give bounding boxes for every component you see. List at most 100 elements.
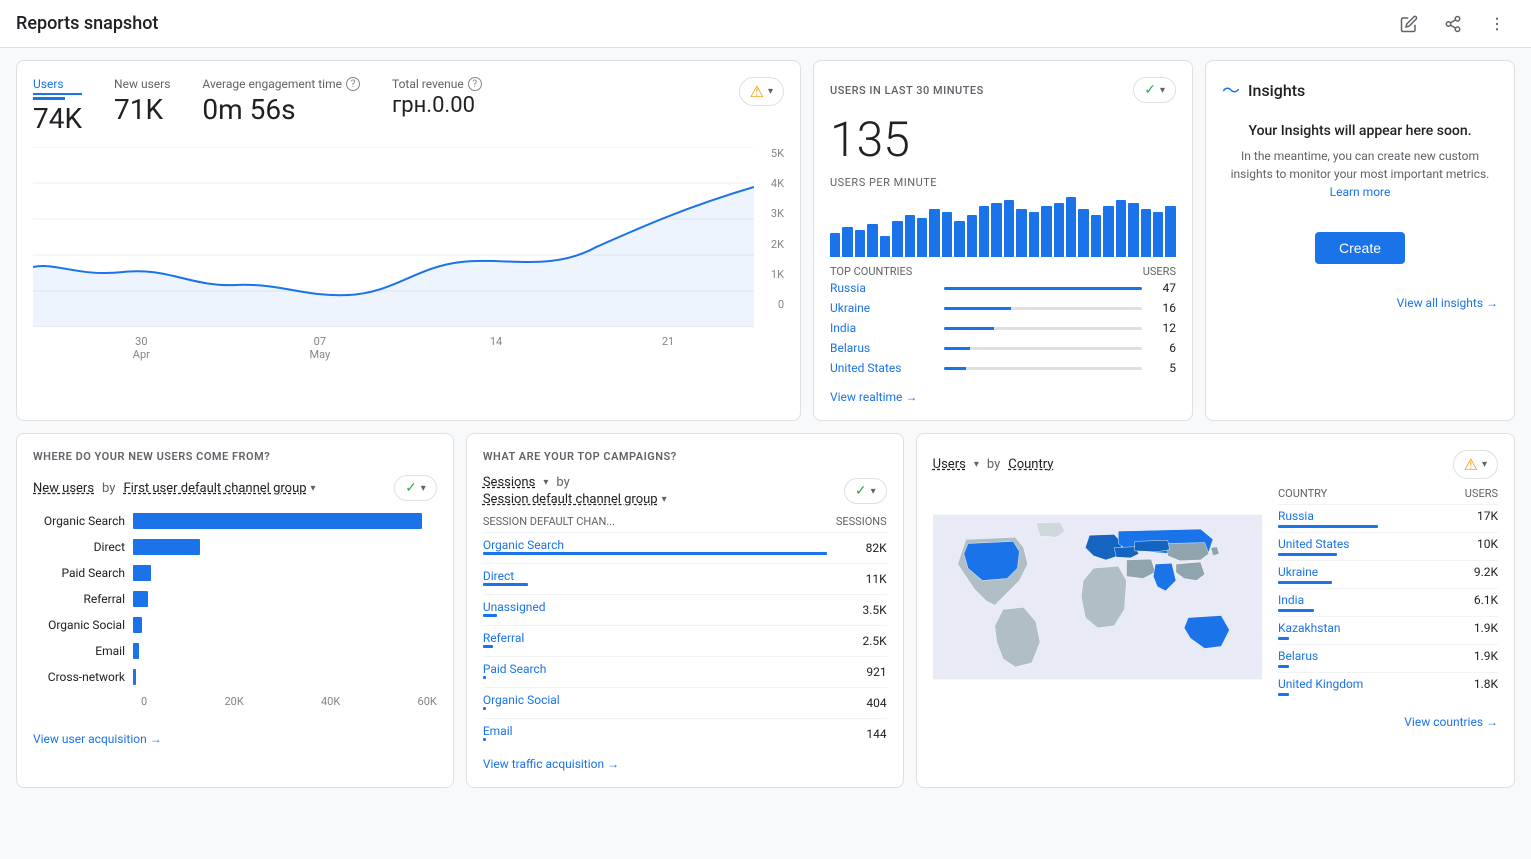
map-by-label: by — [987, 457, 1000, 472]
users-value: 74K — [33, 102, 82, 135]
country-count: 6 — [1146, 341, 1176, 355]
map-dropdown[interactable]: Users ▾ by Country — [933, 457, 1054, 472]
acquisition-status-pill[interactable]: ✓ ▾ — [394, 475, 437, 501]
campaign-row: Organic Search82K — [483, 532, 887, 563]
map-country-name[interactable]: Russia — [1278, 509, 1448, 528]
map-table-rows: Russia17KUnited States10KUkraine9.2KIndi… — [1278, 504, 1498, 700]
axis-0: 0 — [141, 695, 147, 708]
campaign-bar — [483, 738, 486, 741]
map-country-name[interactable]: United States — [1278, 537, 1448, 556]
users-status-pill[interactable]: ⚠ ▾ — [739, 77, 784, 106]
view-countries-link[interactable]: View countries → — [933, 715, 1498, 729]
share-button[interactable] — [1435, 6, 1471, 42]
country-name[interactable]: India — [830, 321, 940, 335]
edit-button[interactable] — [1391, 6, 1427, 42]
insights-learn-link[interactable]: Learn more — [1330, 185, 1391, 199]
country-name[interactable]: Russia — [830, 281, 940, 295]
map-country-name[interactable]: Belarus — [1278, 649, 1448, 668]
campaign-row: Organic Social404 — [483, 687, 887, 718]
campaign-name[interactable]: Paid Search — [483, 662, 827, 676]
hbar-fill — [133, 591, 148, 607]
hbar-label: Organic Social — [33, 618, 133, 632]
campaigns-status-pill[interactable]: ✓ ▾ — [844, 478, 887, 504]
engagement-info-icon[interactable]: ? — [346, 77, 360, 91]
campaign-name[interactable]: Organic Social — [483, 693, 827, 707]
country-count: 12 — [1146, 321, 1176, 335]
map-country-name[interactable]: Ukraine — [1278, 565, 1448, 584]
campaign-row: Unassigned3.5K — [483, 594, 887, 625]
mini-bar — [1141, 209, 1151, 257]
realtime-card: USERS IN LAST 30 MINUTES ✓ ▾ 135 USERS P… — [813, 60, 1193, 421]
map-country-bar — [1278, 581, 1332, 584]
map-content-area: COUNTRY USERS Russia17KUnited States10KU… — [933, 487, 1498, 707]
view-campaigns-text: View traffic acquisition → — [483, 757, 619, 771]
more-button[interactable] — [1479, 6, 1515, 42]
revenue-info-icon[interactable]: ? — [468, 77, 482, 91]
realtime-check-icon: ✓ — [1144, 82, 1156, 98]
y-label-1k: 1K — [771, 268, 784, 281]
insights-title: Insights — [1248, 81, 1305, 100]
acquisition-dropdown[interactable]: New users by First user default channel … — [33, 481, 316, 496]
hbar-label: Referral — [33, 592, 133, 606]
campaign-name-area: Referral — [483, 631, 827, 651]
campaign-name-area: Organic Search — [483, 538, 827, 558]
sessions-label: Sessions — [483, 475, 536, 490]
y-label-2k: 2K — [771, 238, 784, 251]
campaigns-dropdown[interactable]: Sessions ▾ by — [483, 475, 667, 490]
new-users-value: 71K — [114, 93, 170, 126]
country-bar-track — [944, 367, 1142, 370]
header-actions — [1391, 6, 1515, 42]
view-all-insights-link[interactable]: View all insights → — [1222, 296, 1498, 310]
campaign-name[interactable]: Unassigned — [483, 600, 827, 614]
acquisition-by-label: by — [102, 481, 115, 496]
campaign-name[interactable]: Organic Search — [483, 538, 827, 552]
hbar-track — [133, 513, 437, 529]
insights-create-button[interactable]: Create — [1315, 232, 1405, 264]
map-country-row: United Kingdom1.8K — [1278, 672, 1498, 700]
mini-bar — [929, 209, 939, 257]
country-row: Belarus 6 — [830, 338, 1176, 358]
map-country-bar — [1278, 693, 1289, 696]
revenue-label: Total revenue ? — [392, 77, 482, 91]
campaigns-card: WHAT ARE YOUR TOP CAMPAIGNS? Sessions ▾ … — [466, 433, 904, 788]
country-name[interactable]: United States — [830, 361, 940, 375]
insights-main-msg: Your Insights will appear here soon. — [1222, 123, 1498, 139]
campaign-bar — [483, 645, 493, 648]
map-country-name[interactable]: India — [1278, 593, 1448, 612]
map-country-name[interactable]: Kazakhstan — [1278, 621, 1448, 640]
campaigns-card-header: Sessions ▾ by Session default channel gr… — [483, 475, 887, 507]
realtime-pill-chevron: ▾ — [1160, 85, 1165, 96]
view-realtime-text: View realtime → — [830, 390, 917, 404]
campaign-name[interactable]: Referral — [483, 631, 827, 645]
metric-engagement: Average engagement time ? 0m 56s — [202, 77, 360, 135]
map-status-pill[interactable]: ⚠ ▾ — [1453, 450, 1498, 479]
view-realtime-link[interactable]: View realtime → — [830, 390, 1176, 404]
campaign-name[interactable]: Direct — [483, 569, 827, 583]
campaign-name[interactable]: Email — [483, 724, 827, 738]
map-country-name[interactable]: United Kingdom — [1278, 677, 1448, 696]
insights-body: Your Insights will appear here soon. In … — [1222, 103, 1498, 284]
campaigns-group-dropdown[interactable]: Session default channel group ▾ — [483, 492, 667, 507]
map-country-row: India6.1K — [1278, 588, 1498, 616]
countries-list: Russia47Ukraine16India12Belarus6United S… — [830, 278, 1176, 378]
realtime-status-pill[interactable]: ✓ ▾ — [1133, 77, 1176, 103]
view-all-text: View all insights → — [1397, 296, 1498, 310]
map-country-row: Russia17K — [1278, 504, 1498, 532]
hbar-label: Organic Search — [33, 514, 133, 528]
campaigns-table: Organic Search82KDirect11KUnassigned3.5K… — [483, 532, 887, 749]
view-acquisition-link[interactable]: View user acquisition → — [33, 732, 437, 746]
country-name[interactable]: Belarus — [830, 341, 940, 355]
engagement-value: 0m 56s — [202, 93, 360, 126]
view-campaigns-link[interactable]: View traffic acquisition → — [483, 757, 887, 771]
map-users-chevron: ▾ — [974, 459, 979, 470]
x-label-21: 21 — [662, 335, 674, 361]
x-label-30apr: 30Apr — [133, 335, 150, 361]
countries-header-left: TOP COUNTRIES — [830, 265, 912, 278]
realtime-bar-chart — [830, 197, 1176, 257]
metric-new-users: New users 71K — [114, 77, 170, 135]
campaign-name-area: Email — [483, 724, 827, 744]
realtime-card-header: USERS IN LAST 30 MINUTES ✓ ▾ — [830, 77, 1176, 103]
mini-bar — [1004, 200, 1014, 257]
country-name[interactable]: Ukraine — [830, 301, 940, 315]
mini-bar — [942, 212, 952, 257]
